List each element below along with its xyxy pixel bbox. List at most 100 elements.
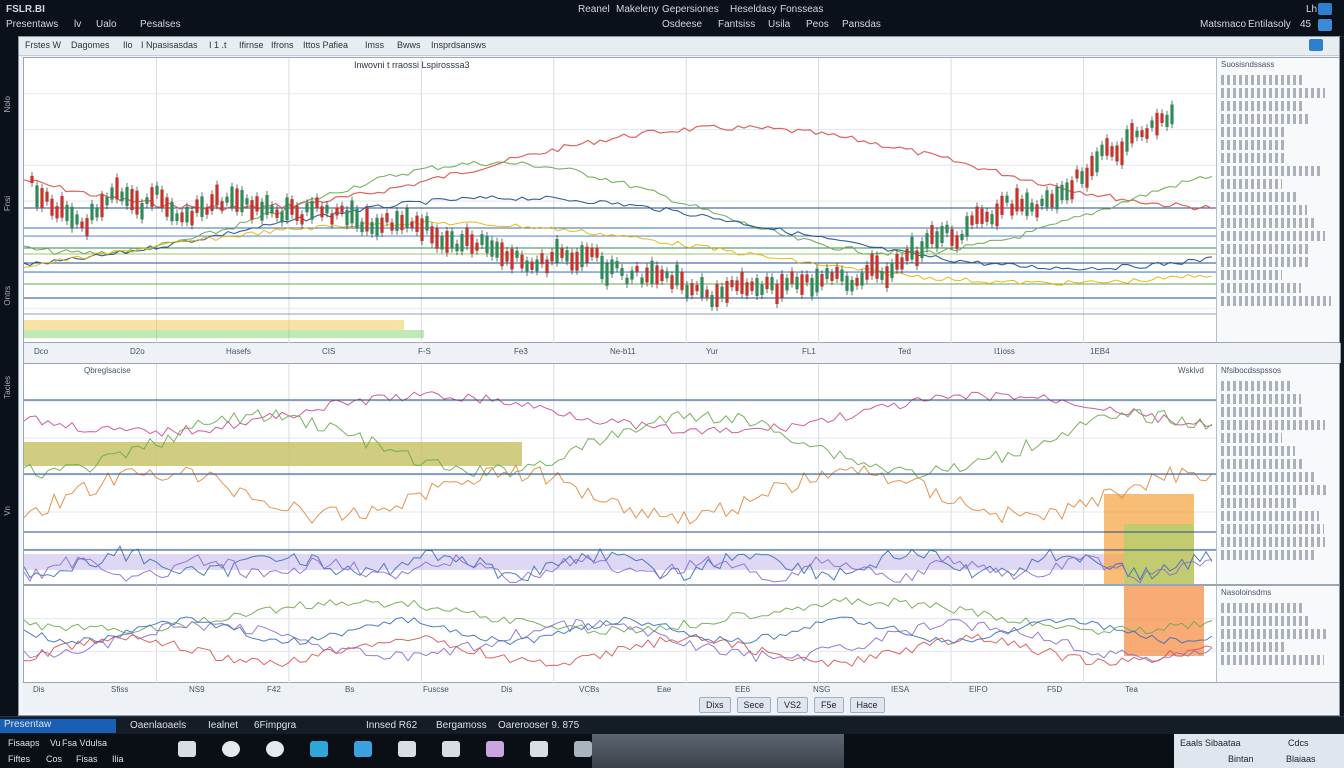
candle-body	[375, 217, 379, 237]
candle-body	[95, 208, 99, 218]
sidebar-row	[1221, 655, 1325, 665]
candle-body	[785, 277, 789, 291]
map-pin-icon[interactable]	[266, 741, 284, 757]
rail-label-0[interactable]: Nolo	[3, 96, 12, 112]
toolbar-item-7[interactable]: Ittos Pafiea	[303, 40, 348, 50]
center-menu-3[interactable]: Heseldasy	[730, 4, 777, 15]
menu-item-3[interactable]: Pesalses	[140, 19, 181, 30]
taskbar-sub-0[interactable]: Fiftes	[8, 754, 30, 764]
center-menu-1[interactable]: Makeleny	[616, 4, 659, 15]
sidebar-row	[1221, 218, 1317, 228]
sidebar-row	[1221, 603, 1304, 613]
menu-item-0[interactable]: Presentaws	[6, 19, 58, 30]
sidebar-row	[1221, 498, 1297, 508]
shield-icon[interactable]	[398, 741, 416, 757]
period-chip-3[interactable]: F5e	[814, 697, 844, 713]
status-item-4[interactable]: Bergamoss	[436, 720, 487, 731]
menu-item-2[interactable]: Ualo	[96, 19, 117, 30]
network-icon[interactable]	[1318, 19, 1332, 31]
image-icon[interactable]	[574, 741, 592, 757]
candle-body	[40, 188, 44, 209]
candle-body	[660, 269, 664, 281]
status-item-2[interactable]: 6Fimpgra	[254, 720, 296, 731]
period-chip-2[interactable]: VS2	[777, 697, 809, 713]
taskbar-sub-2[interactable]: Fisas	[76, 754, 98, 764]
chart-window: Frstes W Dagomes Ilo I Npasisasdas I 1 .…	[18, 36, 1341, 716]
status-item-0[interactable]: Oaenlaoaels	[130, 720, 186, 731]
window-thumbnail[interactable]	[592, 734, 844, 768]
app-title: FSLR.BI	[6, 4, 45, 15]
face-icon[interactable]	[222, 741, 240, 757]
status-left[interactable]: Presentaw	[0, 719, 116, 733]
status-item-5[interactable]: Oarerooser 9. 875	[498, 720, 579, 731]
indicator-chart-3[interactable]	[24, 586, 1216, 684]
candle-body	[665, 271, 669, 279]
monitor-icon[interactable]	[310, 741, 328, 757]
p2-line-magenta	[24, 391, 1213, 437]
folder-icon[interactable]	[354, 741, 372, 757]
taskbar-sub-3[interactable]: Ilia	[112, 754, 124, 764]
taskbar-left-0[interactable]: Fisaaps	[8, 738, 40, 748]
candle-body	[195, 199, 199, 213]
candle-body	[240, 190, 244, 213]
period-chip-0[interactable]: Dixs	[699, 697, 731, 713]
expand-icon[interactable]	[1309, 39, 1323, 51]
taskbar-sub-1[interactable]: Cos	[46, 754, 62, 764]
toolbar-item-5[interactable]: Ifirnse	[239, 40, 264, 50]
mid-axis: Dco D2o Hasefs CIS F-S Fe3 Ne-b11 Yur FL1 Ted I1io…	[23, 343, 1341, 363]
center-menu-4[interactable]: Fonsseas	[780, 4, 823, 15]
toolbar-item-1[interactable]: Dagomes	[71, 40, 110, 50]
candle-body	[1130, 123, 1134, 144]
crop-icon[interactable]	[178, 741, 196, 757]
center-menu-2[interactable]: Gepersiones	[662, 4, 719, 15]
menu-item-1[interactable]: lv	[74, 19, 81, 30]
toolbar-item-4[interactable]: I 1 .t	[209, 40, 227, 50]
candle-body	[1075, 169, 1079, 179]
gear-icon[interactable]	[442, 741, 460, 757]
sidebar-row	[1221, 140, 1286, 150]
status-item-3[interactable]: Innsed R62	[366, 720, 417, 731]
candle-body	[1010, 203, 1014, 216]
candle-body	[605, 263, 609, 286]
center-sub-3[interactable]: Peos	[806, 19, 829, 30]
candle-body	[545, 259, 549, 274]
candle-body	[850, 279, 854, 292]
candle-body	[815, 268, 819, 293]
candle-body	[880, 271, 884, 280]
candle-body	[960, 233, 964, 241]
toolbar-item-10[interactable]: Insprdsansws	[431, 40, 486, 50]
hand-icon[interactable]	[486, 741, 504, 757]
toolbar-item-8[interactable]: Imss	[365, 40, 384, 50]
rail-label-1[interactable]: Fnsi	[3, 196, 12, 211]
candle-body	[175, 213, 179, 222]
toolbar-item-2[interactable]: Ilo	[123, 40, 133, 50]
rail-label-3[interactable]: Tacies	[3, 376, 12, 399]
candle-body	[215, 184, 219, 206]
toolbar-item-0[interactable]: Frstes W	[25, 40, 61, 50]
candle-body	[535, 259, 539, 272]
toolbar-item-3[interactable]: I Npasisasdas	[141, 40, 198, 50]
indicator-chart-2[interactable]	[24, 364, 1216, 586]
sidebar-row	[1221, 472, 1315, 482]
toolbar-item-9[interactable]: Bwws	[397, 40, 421, 50]
center-menu-0[interactable]: Reanel	[578, 4, 610, 15]
candle-body	[365, 207, 369, 232]
period-chip-4[interactable]: Hace	[849, 697, 885, 713]
rail-label-4[interactable]: Vn	[3, 506, 12, 516]
candle-body	[230, 186, 234, 208]
taskbar-left-2[interactable]: Fsa Vdulsa	[62, 738, 107, 748]
center-sub-2[interactable]: Usila	[768, 19, 790, 30]
candle-body	[160, 189, 164, 209]
notification-icon[interactable]	[1318, 3, 1332, 15]
price-chart[interactable]	[24, 58, 1216, 344]
rail-label-2[interactable]: Ontrs	[3, 286, 12, 306]
airplane-icon[interactable]	[530, 741, 548, 757]
center-sub-1[interactable]: Fantsiss	[718, 19, 755, 30]
center-sub-0[interactable]: Osdeese	[662, 19, 702, 30]
candle-body	[480, 234, 484, 246]
period-chip-1[interactable]: Sece	[736, 697, 772, 713]
taskbar-left-1[interactable]: Vu	[50, 738, 61, 748]
toolbar-item-6[interactable]: Ifrons	[271, 40, 294, 50]
center-sub-4[interactable]: Pansdas	[842, 19, 881, 30]
status-item-1[interactable]: Iealnet	[208, 720, 238, 731]
